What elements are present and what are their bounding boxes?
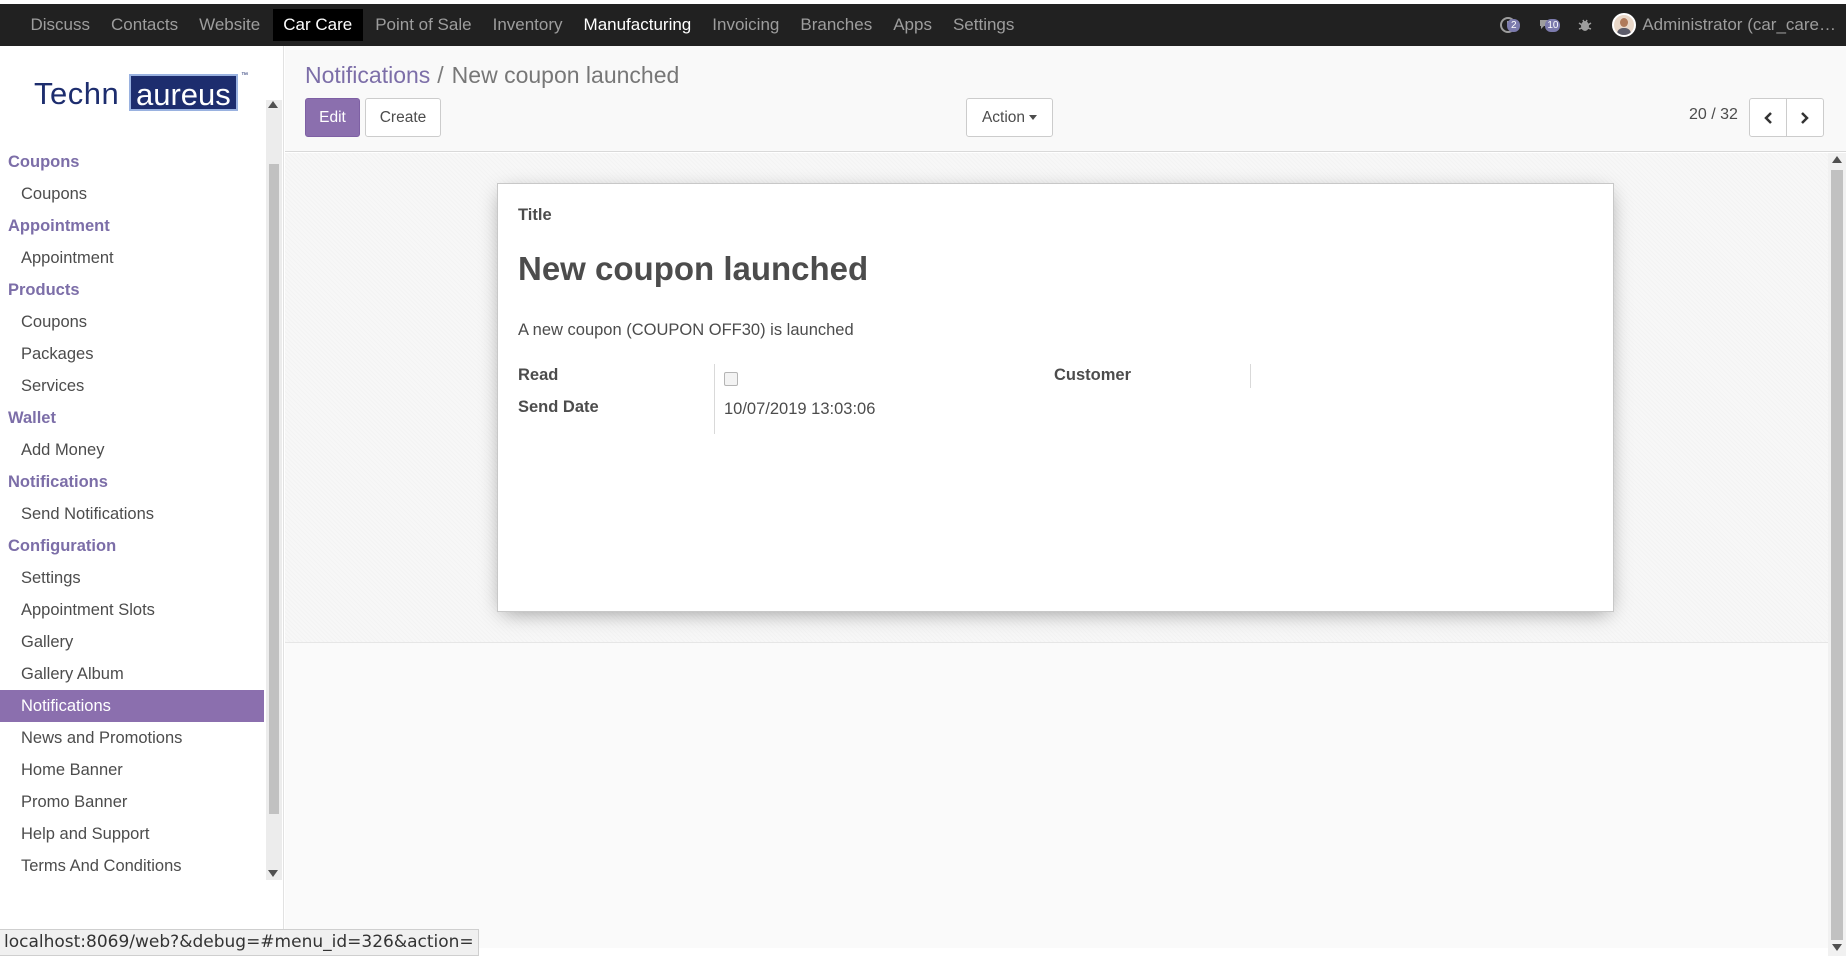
app-menu: Discuss Contacts Website Car Care Point … <box>0 4 1025 46</box>
menu-point-of-sale[interactable]: Point of Sale <box>365 9 482 41</box>
sidebar-item-promo-banner[interactable]: Promo Banner <box>0 786 264 818</box>
sidebar-section-wallet: Wallet <box>8 409 56 427</box>
sidebar-item-send-notifications[interactable]: Send Notifications <box>0 498 264 530</box>
chevron-left-icon <box>1764 111 1772 124</box>
top-navbar: Discuss Contacts Website Car Care Point … <box>0 4 1846 46</box>
sidebar-item-notifications[interactable]: Notifications <box>0 690 264 722</box>
menu-contacts[interactable]: Contacts <box>101 9 189 41</box>
sidebar-scroll-down-arrow-icon[interactable] <box>268 870 278 877</box>
sidebar-scroll-up-arrow-icon[interactable] <box>268 101 278 108</box>
breadcrumb-current: New coupon launched <box>451 62 680 88</box>
sidebar-item-gallery-album[interactable]: Gallery Album <box>0 658 264 690</box>
chevron-right-icon <box>1801 111 1809 124</box>
sidebar-section-configuration: Configuration <box>8 537 117 555</box>
messages-count-badge: 10 <box>1545 19 1561 32</box>
breadcrumb: Notifications / New coupon launched <box>305 62 679 89</box>
user-avatar <box>1612 13 1637 37</box>
menu-invoicing[interactable]: Invoicing <box>702 9 790 41</box>
logo-text-left: Techn <box>34 76 120 111</box>
activity-count-badge: 2 <box>1507 19 1521 32</box>
sidebar-item-services[interactable]: Services <box>0 370 264 402</box>
menu-branches[interactable]: Branches <box>790 9 883 41</box>
menu-manufacturing[interactable]: Manufacturing <box>573 9 702 41</box>
send-date-field-label: Send Date <box>518 398 599 416</box>
read-checkbox[interactable] <box>724 372 738 386</box>
form-sheet: Title New coupon launched A new coupon (… <box>497 183 1614 612</box>
sidebar-section-notifications: Notifications <box>8 473 108 491</box>
sidebar-item-help-and-support[interactable]: Help and Support <box>0 818 264 850</box>
edit-button[interactable]: Edit <box>305 98 360 137</box>
sidebar-item-add-money[interactable]: Add Money <box>0 434 264 466</box>
breadcrumb-notifications-link[interactable]: Notifications <box>305 62 430 89</box>
main-scrollbar-thumb[interactable] <box>1831 170 1843 940</box>
main-scroll-down-arrow-icon[interactable] <box>1832 944 1842 951</box>
debug-button[interactable] <box>1574 14 1596 36</box>
pager-previous-button[interactable] <box>1749 98 1787 137</box>
read-field-label: Read <box>518 366 559 384</box>
user-menu[interactable]: Administrator (car_care… <box>1612 13 1836 37</box>
field-divider <box>714 364 715 434</box>
sidebar-item-home-banner[interactable]: Home Banner <box>0 754 264 786</box>
sidebar-item-appointment-slots[interactable]: Appointment Slots <box>0 594 264 626</box>
sidebar-item-product-coupons[interactable]: Coupons <box>0 306 264 338</box>
logo-trademark: ™ <box>241 72 248 79</box>
menu-car-care[interactable]: Car Care <box>272 9 363 41</box>
menu-apps[interactable]: Apps <box>883 9 943 41</box>
messages-button[interactable]: 10 <box>1536 14 1561 36</box>
notification-message: A new coupon (COUPON OFF30) is launched <box>518 321 854 339</box>
browser-status-bar: localhost:8069/web?&debug=#menu_id=326&a… <box>0 929 479 956</box>
customer-field-divider <box>1250 364 1251 388</box>
record-title: New coupon launched <box>518 250 869 287</box>
action-label: Action <box>981 109 1026 126</box>
sidebar-item-settings[interactable]: Settings <box>0 562 264 594</box>
sidebar-item-terms-and-conditions[interactable]: Terms And Conditions <box>0 850 264 882</box>
sidebar-item-appointment[interactable]: Appointment <box>0 242 264 274</box>
sidebar-item-packages[interactable]: Packages <box>0 338 264 370</box>
sidebar-item-coupons[interactable]: Coupons <box>0 178 264 210</box>
user-name: Administrator (car_care… <box>1642 15 1836 34</box>
customer-field-label: Customer <box>1054 366 1132 384</box>
sidebar-item-news-and-promotions[interactable]: News and Promotions <box>0 722 264 754</box>
activity-button[interactable]: 2 <box>1498 14 1521 36</box>
form-sheet-background: Title New coupon launched A new coupon (… <box>285 153 1828 643</box>
sidebar-menu: Coupons Coupons Appointment Appointment … <box>0 146 264 956</box>
pager-next-button[interactable] <box>1786 98 1824 137</box>
sidebar-section-products: Products <box>8 281 80 299</box>
send-date-value: 10/07/2019 13:03:06 <box>724 400 876 418</box>
company-logo[interactable]: Techn aureus ™ <box>34 72 248 114</box>
menu-website[interactable]: Website <box>189 9 271 41</box>
control-panel: Notifications / New coupon launched Edit… <box>285 46 1846 152</box>
sidebar: Techn aureus ™ Coupons Coupons Appointme… <box>0 46 284 956</box>
title-field-label: Title <box>518 206 552 224</box>
caret-down-icon <box>1029 115 1038 121</box>
menu-settings[interactable]: Settings <box>942 9 1024 41</box>
sidebar-section-appointment: Appointment <box>8 217 110 235</box>
breadcrumb-separator: / <box>437 62 444 88</box>
create-button[interactable]: Create <box>365 98 441 137</box>
main-scroll-up-arrow-icon[interactable] <box>1832 156 1842 163</box>
menu-discuss[interactable]: Discuss <box>20 9 101 41</box>
sidebar-item-gallery[interactable]: Gallery <box>0 626 264 658</box>
menu-inventory[interactable]: Inventory <box>482 9 573 41</box>
sidebar-scrollbar-thumb[interactable] <box>269 164 279 814</box>
systray: 2 10 Administrator (car_care… <box>1490 4 1846 46</box>
logo-text-right: aureus <box>129 74 238 112</box>
bug-icon <box>1578 19 1592 31</box>
pager-value[interactable]: 20 / 32 <box>1689 106 1738 124</box>
sidebar-section-coupons: Coupons <box>8 153 80 171</box>
action-dropdown-button[interactable]: Action <box>966 98 1053 137</box>
form-view: Title New coupon launched A new coupon (… <box>285 153 1828 948</box>
